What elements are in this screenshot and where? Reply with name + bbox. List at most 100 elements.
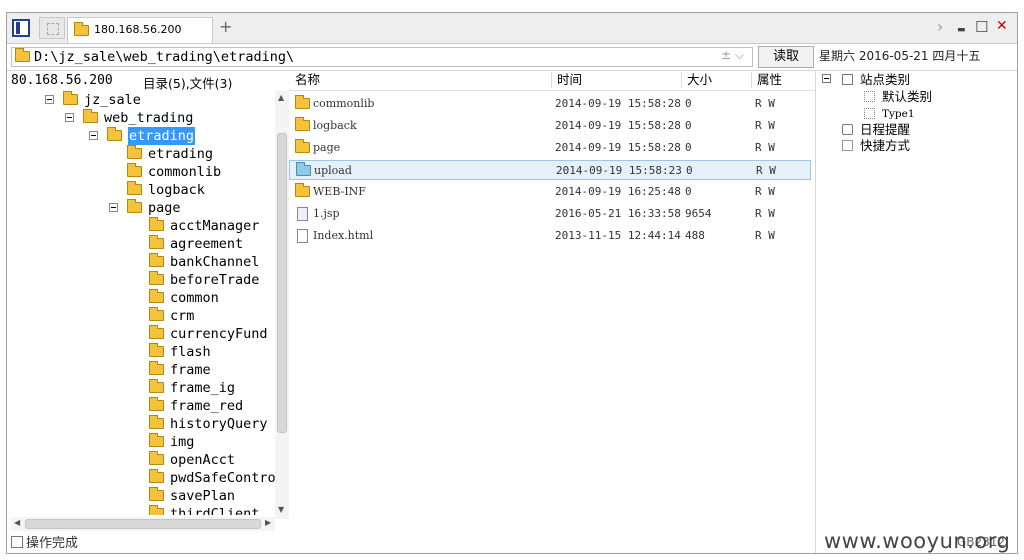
folder-icon	[149, 271, 164, 285]
file-name: page	[313, 141, 341, 154]
blank-tab-button[interactable]	[39, 17, 65, 39]
status-bar: 操作完成	[11, 532, 78, 551]
file-row[interactable]: 1.jsp 2016-05-21 16:33:58 9654 R W	[289, 204, 811, 224]
folder-open-icon	[127, 199, 142, 213]
tree-vertical-scrollbar[interactable]: ▲ ▼	[275, 91, 289, 519]
server-ip: 80.168.56.200	[11, 73, 113, 88]
file-row[interactable]: upload 2014-09-19 15:58:23 0 R W	[289, 160, 811, 180]
tree-node-label: web_trading	[104, 110, 194, 126]
file-attr: R W	[756, 164, 776, 177]
file-time: 2014-09-19 15:58:28	[555, 97, 681, 110]
file-time: 2016-05-21 16:33:58	[555, 207, 681, 220]
tree-node-label: common	[170, 290, 219, 306]
file-row[interactable]: logback 2014-09-19 15:58:28 0 R W	[289, 116, 811, 136]
file-row[interactable]: commonlib 2014-09-19 15:58:28 0 R W	[289, 94, 811, 114]
collapse-icon[interactable]	[45, 95, 54, 104]
clock-icon	[842, 124, 853, 135]
folder-icon	[15, 48, 30, 62]
tree-node-label: openAcct	[170, 452, 236, 468]
path-history-icon[interactable]: ± ⌵	[721, 48, 744, 63]
left-info-row: 80.168.56.200 目录(5),文件(3)	[11, 73, 281, 91]
tree-node-label: frame_ig	[170, 380, 236, 396]
minimize-icon[interactable]: ▬	[957, 25, 966, 35]
maximize-icon[interactable]: ☐	[975, 18, 988, 36]
path-input[interactable]: D:\jz_sale\web_trading\etrading\	[11, 47, 753, 67]
scrollbar-thumb[interactable]	[25, 519, 261, 529]
tree-node-label: historyQuery	[170, 416, 268, 432]
category-icon	[864, 108, 875, 119]
tree-horizontal-scrollbar[interactable]: ◀ ▶	[11, 517, 275, 531]
column-attr[interactable]: 属性	[757, 70, 782, 90]
file-name: commonlib	[313, 97, 375, 110]
folder-icon	[149, 487, 164, 501]
folder-icon	[149, 469, 164, 483]
tree-node-label: bankChannel	[170, 254, 260, 270]
category-icon	[864, 91, 875, 102]
folder-icon	[74, 22, 89, 36]
file-row[interactable]: WEB-INF 2014-09-19 16:25:48 0 R W	[289, 182, 811, 202]
close-icon[interactable]: ✕	[996, 18, 1008, 34]
scroll-down-icon[interactable]: ▼	[278, 505, 284, 514]
tab-title: 180.168.56.200	[94, 23, 182, 36]
file-size: 0	[685, 141, 692, 154]
chevron-right-icon[interactable]: ›	[937, 17, 943, 36]
tree-node-label: commonlib	[148, 164, 222, 180]
tree-node-label: img	[170, 434, 195, 450]
hand-icon	[842, 140, 853, 151]
file-size: 0	[685, 97, 692, 110]
folder-icon	[149, 433, 164, 447]
tab-bar: 180.168.56.200 + › ▬ ☐ ✕	[7, 13, 1017, 44]
tree-node-label: etrading	[148, 146, 214, 162]
collapse-icon[interactable]	[109, 203, 118, 212]
scroll-right-icon[interactable]: ▶	[265, 518, 271, 527]
file-name: Index.html	[313, 229, 374, 242]
folder-icon	[149, 361, 164, 375]
column-name[interactable]: 名称	[295, 70, 320, 90]
tree-node-label: flash	[170, 344, 211, 360]
collapse-icon[interactable]	[65, 113, 74, 122]
collapse-icon[interactable]	[89, 131, 98, 140]
folder-icon	[149, 451, 164, 465]
file-row[interactable]: Index.html 2013-11-15 12:44:14 488 R W	[289, 226, 811, 246]
new-tab-button[interactable]: +	[219, 17, 232, 36]
file-list-header: 名称 时间 大小 属性	[289, 70, 815, 91]
folder-icon	[295, 95, 310, 109]
status-icon	[11, 536, 23, 548]
file-name: 1.jsp	[313, 207, 340, 220]
watermark: www.wooyun.org	[824, 529, 1011, 553]
app-window: 180.168.56.200 + › ▬ ☐ ✕ D:\jz_sale\web_…	[6, 12, 1018, 554]
scrollbar-thumb[interactable]	[277, 133, 287, 433]
tree-node-label: currencyFund	[170, 326, 268, 342]
collapse-icon[interactable]	[822, 74, 831, 83]
folder-icon	[127, 181, 142, 195]
tree-node-label: thirdClient	[170, 506, 260, 515]
file-size: 9654	[685, 207, 712, 220]
date-display: 星期六 2016-05-21 四月十五	[819, 49, 981, 63]
scroll-left-icon[interactable]: ◀	[14, 518, 20, 527]
column-time[interactable]: 时间	[557, 70, 582, 90]
file-size: 0	[685, 119, 692, 132]
file-name: WEB-INF	[313, 185, 366, 198]
folder-icon	[63, 91, 78, 105]
file-time: 2014-09-19 15:58:28	[555, 141, 681, 154]
file-row[interactable]: page 2014-09-19 15:58:28 0 R W	[289, 138, 811, 158]
panel-toggle-icon[interactable]	[12, 19, 30, 37]
folder-icon	[149, 343, 164, 357]
folder-icon	[149, 379, 164, 393]
tree-node-label: crm	[170, 308, 195, 324]
scroll-up-icon[interactable]: ▲	[278, 93, 284, 102]
dir-file-count: 目录(5),文件(3)	[143, 76, 233, 91]
tab-active[interactable]: 180.168.56.200	[67, 17, 213, 43]
file-size: 0	[685, 185, 692, 198]
tree-node-label: logback	[148, 182, 205, 198]
site-panel: 站点类别 默认类别 Type1 日程提醒 快捷方式	[815, 70, 1017, 553]
file-icon	[297, 207, 308, 221]
file-time: 2014-09-19 15:58:28	[555, 119, 681, 132]
path-value: D:\jz_sale\web_trading\etrading\	[34, 49, 295, 65]
column-size[interactable]: 大小	[687, 70, 712, 90]
tree-node-label: frame	[170, 362, 211, 378]
tree-node-label: jz_sale	[84, 92, 141, 108]
folder-icon	[149, 505, 164, 515]
read-button[interactable]: 读取	[758, 46, 814, 68]
folder-icon	[149, 397, 164, 411]
